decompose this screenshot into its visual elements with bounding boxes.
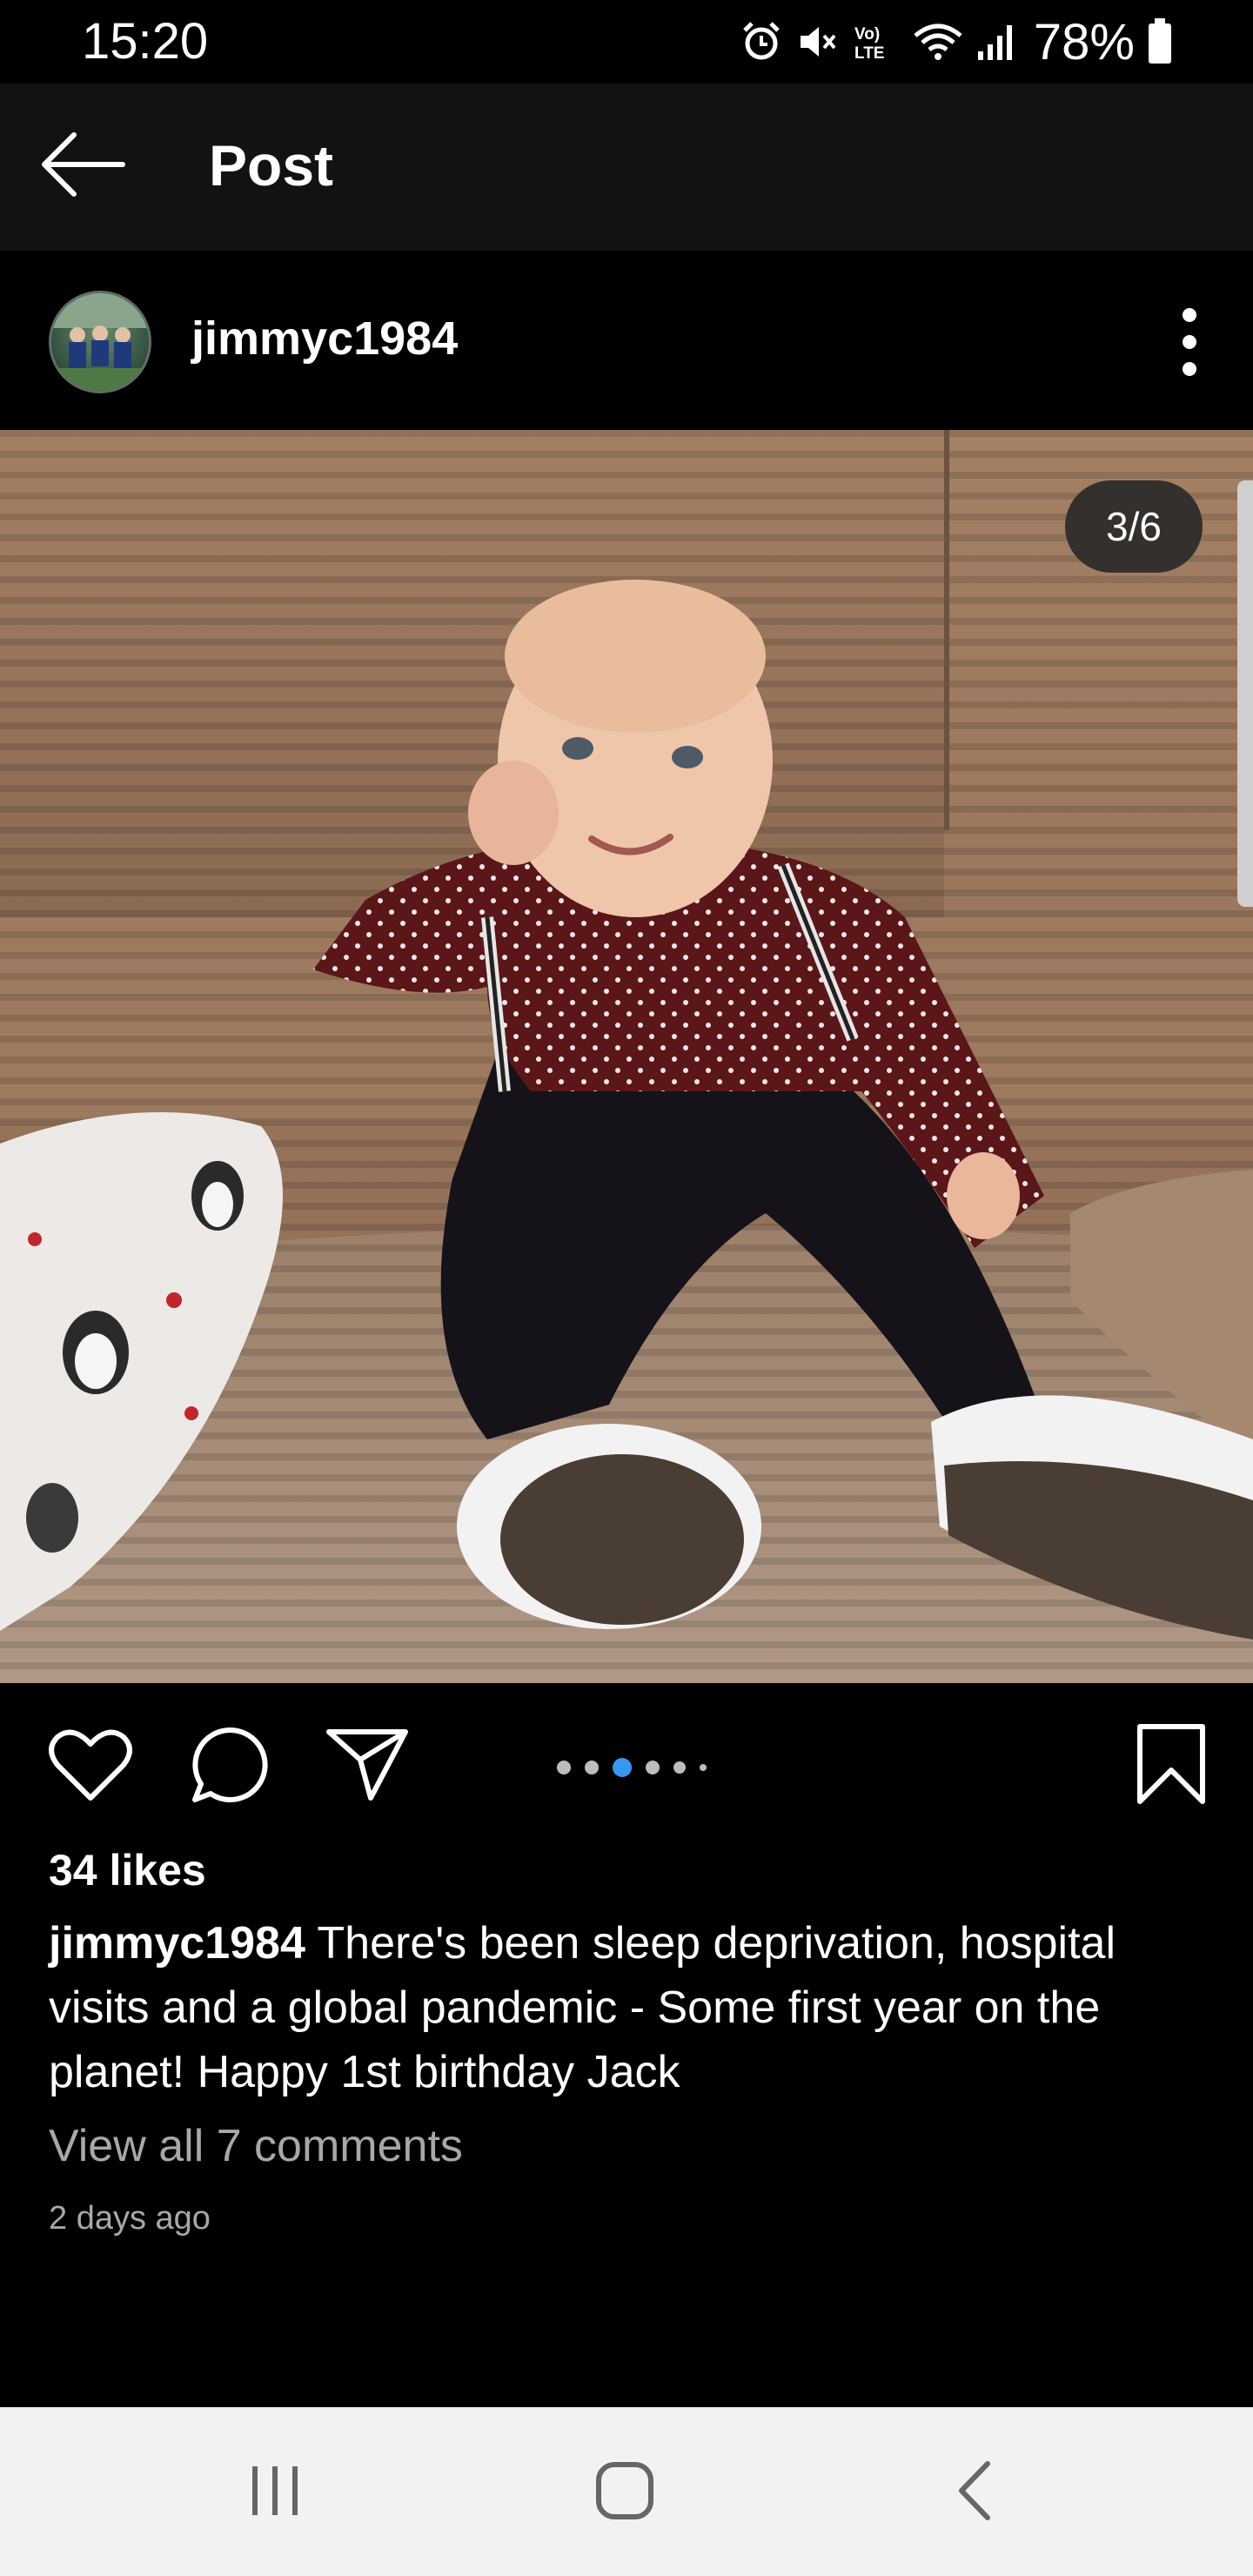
back-button[interactable] [35,127,131,205]
comment-button[interactable] [186,1723,273,1810]
carousel-dot [585,1761,599,1774]
post-caption: jimmyc1984 There's been sleep deprivatio… [49,1911,1215,2104]
carousel-dots [557,1758,707,1777]
battery-percent: 78% [1033,13,1135,70]
post-username[interactable]: jimmyc1984 [191,312,458,366]
comment-icon [190,1725,270,1809]
avatar[interactable] [49,291,151,393]
carousel-dot [557,1761,571,1774]
signal-icon [976,20,1016,64]
more-vertical-icon [1183,308,1196,322]
view-comments-link[interactable]: View all 7 comments [49,2120,463,2172]
post-photo[interactable] [0,430,1253,1683]
volte-icon: Vo) LTE [851,20,900,64]
battery-icon [1147,18,1173,65]
save-button[interactable] [1128,1723,1215,1810]
wifi-icon [912,20,964,64]
recents-button[interactable] [223,2451,327,2534]
arrow-left-icon [39,131,126,202]
post-header: jimmyc1984 [0,251,1253,430]
post-actions [0,1683,1253,1831]
back-icon [953,2460,996,2526]
nav-back-button[interactable] [922,2451,1027,2534]
status-icons: Vo) LTE 78% [740,14,1173,70]
bookmark-icon [1135,1723,1208,1811]
app-header: Post [0,84,1253,251]
system-nav-bar [0,2407,1253,2576]
carousel-page-counter: 3/6 [1065,480,1203,573]
status-time: 15:20 [82,13,209,70]
status-bar: 15:20 Vo) LTE 78% [0,0,1253,84]
home-button[interactable] [573,2451,677,2534]
recents-icon [247,2465,303,2521]
mute-icon [795,20,839,64]
svg-text:Vo): Vo) [854,25,880,44]
more-dot [1183,335,1196,349]
caption-username[interactable]: jimmyc1984 [49,1918,305,1969]
post-timestamp: 2 days ago [49,2200,211,2237]
share-button[interactable] [324,1723,411,1810]
send-icon [325,1727,409,1808]
more-options-button[interactable] [1161,303,1218,381]
home-icon [594,2460,655,2526]
scroll-indicator[interactable] [1237,480,1253,907]
carousel-dot-active [613,1758,632,1777]
carousel-dot [646,1761,660,1774]
carousel-dot [700,1764,707,1771]
likes-count[interactable]: 34 likes [49,1845,206,1895]
carousel-dot [673,1761,686,1774]
more-dot [1183,362,1196,376]
svg-text:LTE: LTE [854,44,884,63]
heart-icon [49,1727,132,1808]
page-title: Post [209,133,334,198]
like-button[interactable] [47,1723,134,1810]
alarm-icon [740,20,783,64]
